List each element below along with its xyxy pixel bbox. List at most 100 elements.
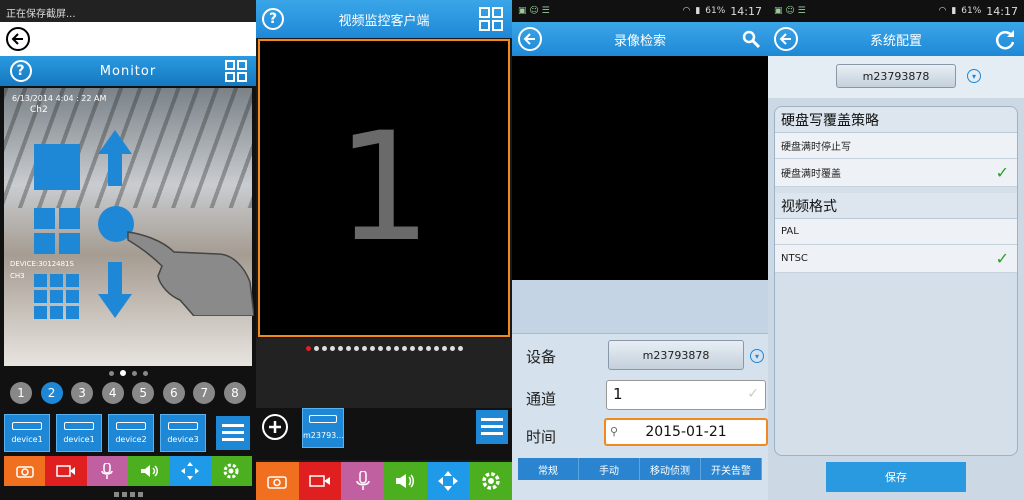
speaker-button[interactable] <box>384 462 427 500</box>
app-header: 录像检索 <box>512 22 768 56</box>
device-list-menu-icon[interactable] <box>476 410 508 444</box>
channel-button-1[interactable]: 1 <box>10 382 32 404</box>
playback-video[interactable] <box>512 56 768 280</box>
save-button[interactable]: 保存 <box>826 462 966 492</box>
page-dot <box>131 370 137 376</box>
page-dot <box>401 345 407 351</box>
date-field[interactable]: ⚲ 2015-01-21 <box>604 418 768 446</box>
single-view-icon <box>34 144 80 190</box>
help-icon[interactable]: ? <box>10 60 32 82</box>
record-type-tabs: 常规 手动 移动侦测 开关告警 <box>518 458 762 480</box>
window-number: 1 <box>336 101 432 275</box>
channel-selector: 1 2 3 4 5 6 7 8 <box>10 382 246 406</box>
tab-manual[interactable]: 手动 <box>579 458 640 480</box>
page-dot <box>409 345 415 351</box>
back-arrow-icon[interactable] <box>518 27 542 51</box>
device-chip-label: m23793... <box>303 431 344 440</box>
search-icon: ⚲ <box>610 425 619 438</box>
channel-button-6[interactable]: 6 <box>162 382 185 404</box>
timeline-area[interactable] <box>512 280 768 334</box>
wifi-icon: ◠ <box>938 6 947 16</box>
device-chip[interactable]: m23793... <box>302 408 344 448</box>
page-dot <box>441 345 447 351</box>
chevron-down-icon[interactable]: ▾ <box>967 69 981 83</box>
settings-button[interactable] <box>210 456 252 486</box>
option-label: 硬盘满时停止写 <box>781 142 851 153</box>
page-dot <box>337 345 343 351</box>
option-pal[interactable]: PAL <box>775 219 1017 245</box>
settings-button[interactable] <box>469 462 512 500</box>
osd-channel-2: CH3 <box>10 272 25 280</box>
record-button[interactable] <box>45 456 87 486</box>
microphone-button[interactable] <box>341 462 385 500</box>
help-icon[interactable]: ? <box>262 8 284 30</box>
back-arrow-icon[interactable] <box>774 27 798 51</box>
ptz-button[interactable] <box>426 462 470 500</box>
channel-button-4[interactable]: 4 <box>101 382 124 404</box>
page-dot <box>345 345 351 351</box>
device-tile[interactable]: device1 <box>56 414 102 452</box>
grid-layout-icon[interactable] <box>478 6 504 32</box>
tab-regular[interactable]: 常规 <box>518 458 579 480</box>
clock: 14:17 <box>730 4 762 18</box>
channel-button-7[interactable]: 7 <box>193 382 216 404</box>
back-bar <box>0 22 256 56</box>
channel-field[interactable]: 1 ✓ <box>606 380 766 410</box>
device-name: device1 <box>11 435 43 444</box>
channel-button-5[interactable]: 5 <box>132 382 155 404</box>
bottom-toolbar <box>256 462 512 500</box>
page-dot <box>425 345 431 351</box>
channel-button-8[interactable]: 8 <box>223 382 246 404</box>
page-dot <box>369 345 375 351</box>
option-overwrite-when-full[interactable]: 硬盘满时覆盖 ✓ <box>775 159 1017 187</box>
device-select[interactable]: m23793878 <box>608 340 744 370</box>
device-tile[interactable]: device2 <box>108 414 154 452</box>
tab-switch-alarm[interactable]: 开关告警 <box>701 458 762 480</box>
signal-icon: ▮ <box>951 6 957 16</box>
status-bar: ▣ ☺ ☰ ◠ ▮ 61% 14:17 <box>768 0 1024 22</box>
ptz-button[interactable] <box>169 456 211 486</box>
speaker-button[interactable] <box>127 456 170 486</box>
page-title: 视频监控客户端 <box>338 13 430 29</box>
tab-motion-detection[interactable]: 移动侦测 <box>640 458 701 480</box>
page-dot-active <box>305 345 311 351</box>
device-name: device1 <box>63 435 95 444</box>
status-bar: ▣ ☺ ☰ ◠ ▮ 61% 14:17 <box>512 0 768 22</box>
grid-layout-icon[interactable] <box>224 59 248 83</box>
notification-text: 正在保存截屏... <box>6 9 76 20</box>
device-select[interactable]: m23793878 <box>836 64 956 88</box>
page-dot <box>433 345 439 351</box>
device-select-value: m23793878 <box>642 348 710 362</box>
back-arrow-icon[interactable] <box>6 27 30 51</box>
record-search-panel: ▣ ☺ ☰ ◠ ▮ 61% 14:17 录像检索 设备 m23793878 ▾ … <box>512 0 768 500</box>
option-label: NTSC <box>781 253 808 264</box>
section-disk-policy: 硬盘写覆盖策略 <box>775 107 1017 133</box>
snapshot-button[interactable] <box>256 462 299 500</box>
snapshot-button[interactable] <box>4 456 46 486</box>
option-stop-when-full[interactable]: 硬盘满时停止写 <box>775 133 1017 159</box>
channel-button-3[interactable]: 3 <box>71 382 94 404</box>
chevron-down-icon[interactable]: ▾ <box>750 349 764 363</box>
search-icon[interactable] <box>742 30 761 49</box>
page-dot <box>457 345 463 351</box>
page-title: 系统配置 <box>869 33 922 49</box>
device-strip: m23793... <box>256 408 512 460</box>
option-ntsc[interactable]: NTSC ✓ <box>775 245 1017 273</box>
add-device-icon[interactable] <box>262 414 288 440</box>
refresh-icon[interactable] <box>994 28 1016 50</box>
microphone-button[interactable] <box>86 456 128 486</box>
page-indicator-bottom <box>0 490 256 498</box>
video-view[interactable]: 6/13/2014 4:04 : 22 AM Ch2 DEVICE:301248… <box>4 88 255 366</box>
channel-button-2[interactable]: 2 <box>40 382 63 404</box>
page-dot <box>385 345 391 351</box>
checkmark-icon: ✓ <box>995 163 1009 182</box>
page-dot <box>353 345 359 351</box>
video-window[interactable]: 1 <box>258 39 510 337</box>
page-strip <box>256 338 512 408</box>
device-tile[interactable]: device1 <box>4 414 50 452</box>
app-header: ? Monitor <box>0 56 256 86</box>
record-button[interactable] <box>298 462 342 500</box>
device-tile[interactable]: device3 <box>160 414 206 452</box>
device-list: device1 device1 device2 device3 <box>4 414 252 454</box>
device-list-menu-icon[interactable] <box>216 416 250 450</box>
